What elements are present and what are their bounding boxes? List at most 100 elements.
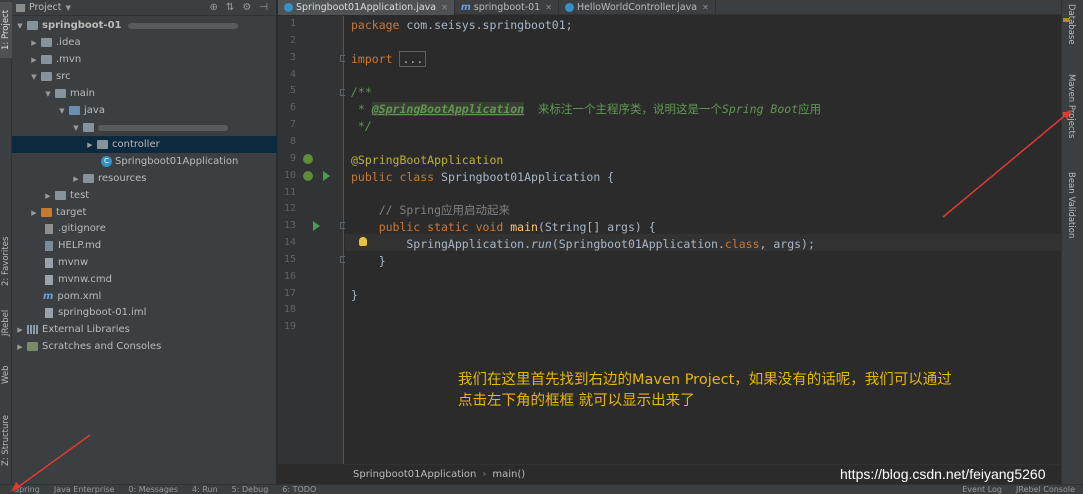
code-line-7: * @SpringBootApplication 来标注一个主程序类，说明这是一… <box>351 101 821 118</box>
tree-item-scratches[interactable]: ▶ Scratches and Consoles <box>12 338 277 355</box>
module-file-icon <box>45 307 53 318</box>
line-number: 12 <box>283 203 296 215</box>
tool-tab-spring[interactable]: Spring <box>14 485 40 494</box>
code-line-14: public static void main(String[] args) { <box>351 219 656 236</box>
class-icon <box>564 3 574 12</box>
tab-helloworldcontroller[interactable]: HelloWorldController.java ✕ <box>559 0 716 15</box>
doc-comment: 应用 <box>798 102 822 116</box>
keyword: public static void <box>351 220 504 234</box>
chevron-right-icon[interactable]: ▶ <box>30 39 38 47</box>
tool-tab-todo[interactable]: 6: TODO <box>282 485 316 494</box>
code-text: SpringApplication. <box>351 237 532 251</box>
tree-item-resources[interactable]: ▶ resources <box>12 170 277 187</box>
chevron-right-icon[interactable]: ▶ <box>30 209 38 217</box>
project-panel: Project ▼ ⊕ ⇅ ⚙ ⊣ ▼ springboot-01 ▶ .idea … <box>12 0 277 484</box>
tree-item-package[interactable]: ▼ <box>12 119 277 136</box>
tree-item-idea[interactable]: ▶ .idea <box>12 34 277 51</box>
tab-label: Springboot01Application.java <box>296 2 437 13</box>
tree-item-mvnw-cmd[interactable]: mvnw.cmd <box>12 271 277 288</box>
breadcrumb-method[interactable]: main() <box>492 469 525 480</box>
sync-icon[interactable]: ⊕ <box>210 2 218 13</box>
tree-item-iml[interactable]: springboot-01.iml <box>12 304 277 321</box>
keyword: public class <box>351 170 435 184</box>
tab-springboot01application[interactable]: Springboot01Application.java ✕ <box>278 0 455 15</box>
tool-tab-web-label: Web <box>1 365 11 385</box>
tool-tab-run[interactable]: 4: Run <box>192 485 218 494</box>
gear-icon[interactable]: ⚙ <box>242 2 251 13</box>
line-number: 19 <box>283 321 296 333</box>
tree-item-gitignore[interactable]: .gitignore <box>12 220 277 237</box>
tool-tab-maven-projects[interactable]: Maven Projects <box>1066 74 1076 138</box>
chevron-right-icon[interactable]: ▶ <box>86 141 94 149</box>
close-icon[interactable]: ✕ <box>545 3 552 12</box>
run-icon[interactable] <box>313 221 320 231</box>
tree-item-external-libraries[interactable]: ▶ External Libraries <box>12 321 277 338</box>
hide-icon[interactable]: ⊣ <box>259 2 268 13</box>
chevron-right-icon[interactable]: ▶ <box>30 56 38 64</box>
tool-tab-favorites-label: 2: Favorites <box>1 236 11 286</box>
tool-tab-web[interactable]: Web <box>0 362 12 388</box>
project-panel-title[interactable]: Project <box>29 2 62 13</box>
chevron-right-icon: › <box>482 469 487 480</box>
tool-tab-database[interactable]: Database <box>1066 4 1076 45</box>
maven-icon: m <box>460 2 471 13</box>
tool-tab-debug[interactable]: 5: Debug <box>232 485 269 494</box>
chevron-down-icon[interactable]: ▼ <box>66 4 71 12</box>
spring-bean-icon[interactable] <box>303 154 313 164</box>
folder-icon <box>55 191 66 200</box>
chevron-right-icon[interactable]: ▶ <box>72 175 80 183</box>
tree-item-mvn[interactable]: ▶ .mvn <box>12 51 277 68</box>
line-number: 16 <box>283 270 296 282</box>
close-icon[interactable]: ✕ <box>702 3 709 12</box>
error-stripe-mark[interactable] <box>1063 112 1069 116</box>
tree-item-src[interactable]: ▼ src <box>12 68 277 85</box>
tool-tab-project[interactable]: 1: Project <box>0 2 12 58</box>
annotation-line: 点击左下角的框框 就可以显示出来了 <box>458 393 695 409</box>
tree-item-label: java <box>84 105 105 116</box>
tool-tab-structure[interactable]: Z: Structure <box>0 410 12 472</box>
breadcrumb-class[interactable]: Springboot01Application <box>353 469 476 480</box>
tool-tab-jrebel-console[interactable]: JRebel Console <box>1016 485 1075 494</box>
tree-item-module[interactable]: ▼ springboot-01 <box>12 17 277 34</box>
chevron-right-icon[interactable]: ▶ <box>16 326 24 334</box>
tool-tab-messages[interactable]: 0: Messages <box>128 485 178 494</box>
chevron-down-icon[interactable]: ▼ <box>58 107 66 115</box>
folded-imports[interactable]: ... <box>399 51 427 67</box>
chevron-down-icon[interactable]: ▼ <box>16 22 24 30</box>
tool-tab-event-log[interactable]: Event Log <box>962 485 1002 494</box>
tree-item-mvnw[interactable]: mvnw <box>12 254 277 271</box>
spring-bean-icon[interactable] <box>303 171 313 181</box>
tool-tab-favorites[interactable]: 2: Favorites <box>0 230 12 292</box>
code-line-16: } <box>351 253 386 270</box>
tool-tab-jrebel[interactable]: JRebel <box>0 306 12 340</box>
doc-comment: /** <box>351 85 372 99</box>
tree-item-help-md[interactable]: HELP.md <box>12 237 277 254</box>
tool-tab-java-enterprise[interactable]: Java Enterprise <box>54 485 115 494</box>
folder-icon <box>41 38 52 47</box>
tree-item-application-class[interactable]: C Springboot01Application <box>12 153 277 170</box>
watermark: https://blog.csdn.net/feiyang5260 <box>840 466 1046 482</box>
method-call: run <box>531 237 552 251</box>
file-icon <box>45 274 53 285</box>
tree-item-pom[interactable]: m pom.xml <box>12 288 277 305</box>
chevron-down-icon[interactable]: ▼ <box>44 90 52 98</box>
tab-pom[interactable]: m springboot-01 ✕ <box>455 0 559 15</box>
tool-tab-bean-validation[interactable]: Bean Validation <box>1066 172 1076 238</box>
code-line-6: /** <box>351 84 372 101</box>
run-icon[interactable] <box>323 171 330 181</box>
tree-item-test[interactable]: ▶ test <box>12 187 277 204</box>
chevron-right-icon[interactable]: ▶ <box>44 192 52 200</box>
error-stripe-mark[interactable] <box>1063 18 1069 22</box>
tree-item-controller[interactable]: ▶ controller <box>12 136 277 153</box>
collapse-icon[interactable]: ⇅ <box>226 2 234 13</box>
tree-item-main[interactable]: ▼ main <box>12 85 277 102</box>
chevron-down-icon[interactable]: ▼ <box>30 73 38 81</box>
chevron-down-icon[interactable]: ▼ <box>72 124 80 132</box>
chevron-right-icon[interactable]: ▶ <box>16 343 24 351</box>
code-line-11: public class Springboot01Application { <box>351 169 614 186</box>
code-line-8: */ <box>351 118 372 135</box>
tree-item-target[interactable]: ▶ target <box>12 204 277 221</box>
code-line-1: package com.seisys.springboot01; <box>351 17 573 34</box>
close-icon[interactable]: ✕ <box>441 3 448 12</box>
tree-item-java[interactable]: ▼ java <box>12 102 277 119</box>
